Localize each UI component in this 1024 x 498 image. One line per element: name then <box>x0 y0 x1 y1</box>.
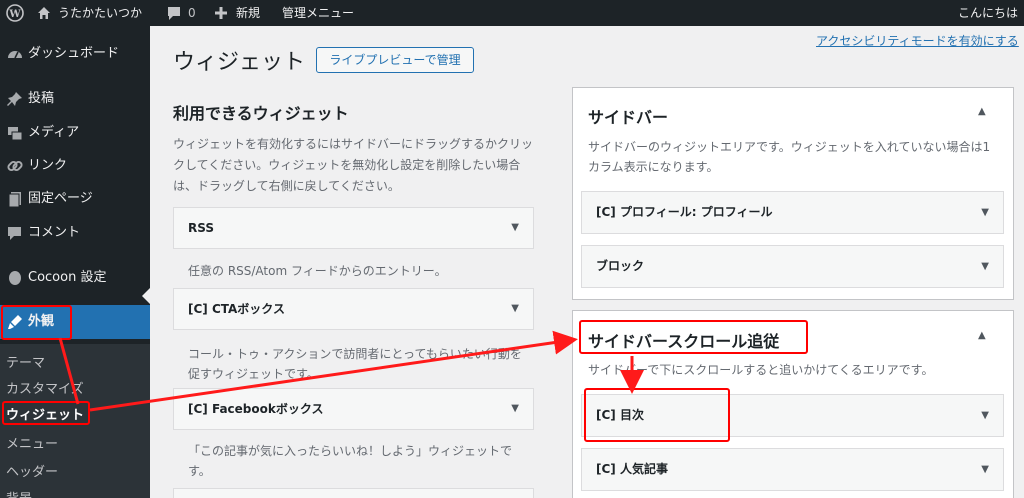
annotation-arrow <box>89 330 578 412</box>
annotation-arrow <box>58 337 80 405</box>
annotation-arrows <box>58 330 644 412</box>
